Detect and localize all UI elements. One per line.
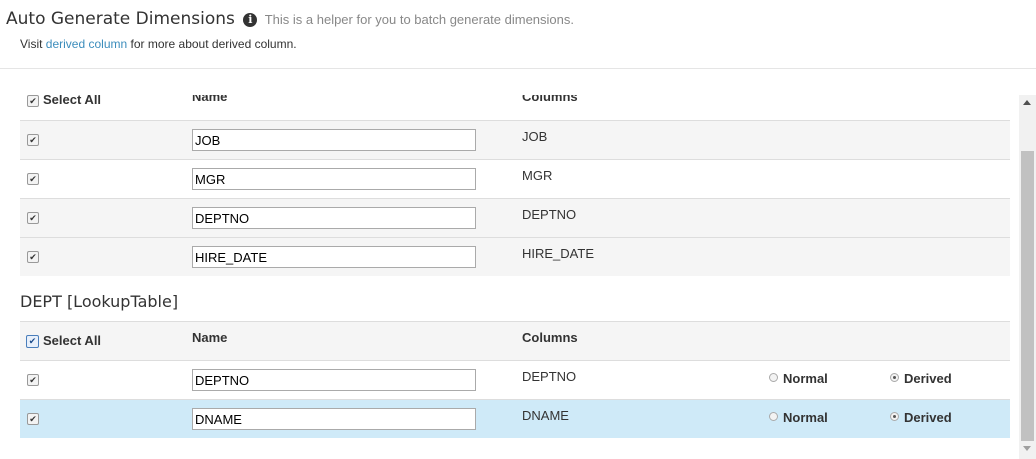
normal-label: Normal bbox=[783, 410, 828, 425]
normal-label: Normal bbox=[783, 371, 828, 386]
visit-note: Visit derived column for more about deri… bbox=[20, 37, 297, 51]
scrollbar-thumb[interactable] bbox=[1021, 151, 1034, 441]
info-icon: i bbox=[243, 13, 258, 27]
scroll-down-arrow-icon[interactable] bbox=[1023, 446, 1031, 451]
table-row: ✔ JOB bbox=[20, 120, 1010, 159]
derived-label: Derived bbox=[904, 371, 952, 386]
select-all-label: Select All bbox=[43, 333, 102, 348]
row-checkbox[interactable]: ✔ bbox=[27, 212, 39, 224]
dimensions-scroll-area: ✔ Select All Name Columns ✔ JOB ✔ MGR ✔ … bbox=[0, 95, 1036, 459]
table-row: ✔ DNAME Normal Derived bbox=[20, 399, 1010, 438]
dimension-name-input[interactable] bbox=[192, 246, 476, 268]
dialog-header: Auto Generate Dimensions i This is a hel… bbox=[0, 0, 1036, 69]
row-checkbox[interactable]: ✔ bbox=[27, 413, 39, 425]
derived-radio[interactable] bbox=[890, 373, 899, 382]
table-row: ✔ MGR bbox=[20, 159, 1010, 198]
column-name: JOB bbox=[522, 129, 548, 144]
select-all-label: Select All bbox=[43, 95, 102, 107]
name-column-header: Name bbox=[192, 95, 228, 104]
derived-column-link[interactable]: derived column bbox=[46, 37, 127, 51]
row-checkbox[interactable]: ✔ bbox=[27, 374, 39, 386]
lookup-table-title: DEPT [LookupTable] bbox=[20, 292, 179, 311]
column-name: DEPTNO bbox=[522, 207, 577, 222]
title-text: Auto Generate Dimensions bbox=[6, 9, 235, 29]
derived-label: Derived bbox=[904, 410, 952, 425]
table-row: ✔ HIRE_DATE bbox=[20, 237, 1010, 276]
row-checkbox[interactable]: ✔ bbox=[27, 251, 39, 263]
dimension-name-input[interactable] bbox=[192, 369, 476, 391]
table-row: ✔ DEPTNO Normal Derived bbox=[20, 360, 1010, 399]
column-name: DEPTNO bbox=[522, 369, 577, 384]
dimension-name-input[interactable] bbox=[192, 129, 476, 151]
scroll-up-arrow-icon[interactable] bbox=[1023, 100, 1031, 105]
helper-text: This is a helper for you to batch genera… bbox=[264, 12, 575, 27]
row-checkbox[interactable]: ✔ bbox=[27, 173, 39, 185]
select-all-checkbox[interactable]: ✔ bbox=[27, 95, 39, 107]
dimension-name-input[interactable] bbox=[192, 168, 476, 190]
columns-column-header: Columns bbox=[522, 330, 578, 345]
dialog-title: Auto Generate Dimensions i This is a hel… bbox=[6, 9, 574, 29]
visit-suffix: for more about derived column. bbox=[130, 37, 297, 51]
dimension-name-input[interactable] bbox=[192, 408, 476, 430]
column-name: MGR bbox=[522, 168, 553, 183]
lookup-table-header: ✔ Select All Name Columns bbox=[20, 321, 1010, 360]
normal-radio[interactable] bbox=[769, 412, 778, 421]
fact-table-header: ✔ Select All Name Columns bbox=[20, 95, 1010, 120]
dimensions-content: ✔ Select All Name Columns ✔ JOB ✔ MGR ✔ … bbox=[20, 95, 1010, 438]
derived-radio[interactable] bbox=[890, 412, 899, 421]
vertical-scrollbar[interactable] bbox=[1019, 95, 1036, 459]
dimension-name-input[interactable] bbox=[192, 207, 476, 229]
name-column-header: Name bbox=[192, 330, 228, 345]
columns-column-header: Columns bbox=[522, 95, 578, 104]
visit-prefix: Visit bbox=[20, 37, 43, 51]
column-name: DNAME bbox=[522, 408, 569, 423]
normal-radio[interactable] bbox=[769, 373, 778, 382]
table-row: ✔ DEPTNO bbox=[20, 198, 1010, 237]
select-all-checkbox[interactable]: ✔ bbox=[26, 335, 39, 348]
column-name: HIRE_DATE bbox=[522, 246, 594, 261]
row-checkbox[interactable]: ✔ bbox=[27, 134, 39, 146]
